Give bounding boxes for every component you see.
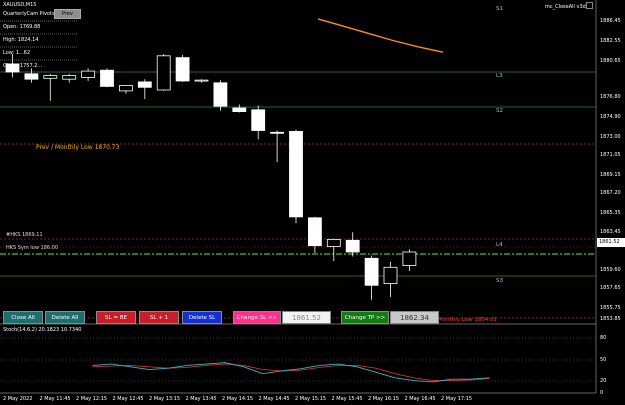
pivot-close: Close: 1757.2... (3, 63, 43, 69)
time-axis-label: 2 May 14:45 (258, 396, 290, 402)
price-axis-label: 1874.90 (600, 114, 621, 120)
stochastic-layer (92, 362, 490, 383)
candle-body (232, 107, 247, 112)
level-label-l4: L4 (496, 242, 503, 248)
pivot-high: High: 1824.14 (3, 37, 39, 43)
time-axis-label: 2 May 13:45 (185, 396, 217, 402)
price-axis-label: 1882.55 (600, 38, 621, 44)
sl-value-input[interactable]: 1861.52 (282, 311, 331, 324)
price-axis-label: 1863.45 (600, 229, 621, 235)
candle-body (119, 85, 133, 92)
price-axis-label: 1880.65 (600, 58, 621, 64)
pivot-low: Low: 1...62 (3, 50, 31, 56)
time-axis-label: 2 May 12:45 (112, 396, 144, 402)
time-axis-label: 2 May 13:15 (149, 396, 181, 402)
candle-body (364, 257, 379, 286)
time-axis-label: 2 May 15:15 (295, 396, 327, 402)
current-price-label: 1861.52 (599, 239, 620, 245)
sl-plus-one-button[interactable]: SL + 1 (139, 311, 179, 324)
sl-be-button[interactable]: SL = BE (96, 311, 136, 324)
delete-sl-button[interactable]: Delete SL (182, 311, 222, 324)
indicator-toggle-icon[interactable] (586, 2, 593, 9)
level-label-s3: S3 (496, 278, 503, 284)
price-axis-label: 1853.85 (600, 316, 621, 322)
stoch-axis-label: 80 (600, 335, 607, 341)
stoch-axis-label: 50 (600, 357, 607, 363)
price-axis-label: 1855.75 (600, 305, 621, 311)
prev-monthly-low-label: Prev / Monthly Low 1870.73 (36, 144, 120, 151)
time-axis-label: 2 May 2022 (3, 396, 33, 402)
candle-body (326, 238, 341, 247)
level-label-s1: S1 (496, 6, 503, 12)
time-axis-label: 2 May 11:45 (39, 396, 71, 402)
candle-body (100, 69, 114, 87)
level-label-l3: L3 (496, 73, 503, 79)
stoch-title: Stoch(14,6,2) 20.1823 10.7340 (3, 327, 82, 333)
price-axis-label: 1886.45 (600, 18, 621, 24)
moving-average-line (317, 18, 444, 53)
candle-body (402, 251, 417, 266)
candle-body (156, 55, 171, 91)
price-axis-label: 1867.20 (600, 190, 621, 196)
time-axis-label: 2 May 12:15 (76, 396, 108, 402)
pivot-open: Open: 1769.88 (3, 24, 41, 30)
pivot-period-time: 12:23 (60, 19, 75, 25)
candle-body (251, 109, 266, 131)
candle-body (43, 75, 58, 79)
left-level-tag-2: HKS Sym low 186.00 (6, 245, 59, 251)
change-sl-button[interactable]: Change SL >> (233, 311, 281, 324)
symbol-label: XAUUSD,M15 (3, 2, 37, 8)
delete-all-button[interactable]: Delete All (45, 311, 85, 324)
chart-canvas[interactable] (0, 0, 625, 405)
time-axis-label: 2 May 16:15 (368, 396, 400, 402)
price-axis-label: 1857.65 (600, 285, 621, 291)
price-axis-label: 1859.60 (600, 267, 621, 273)
close-all-button[interactable]: Close All (3, 311, 43, 324)
candle-body (194, 79, 209, 82)
candle-body (383, 266, 398, 284)
tp-value-input[interactable]: 1862.34 (390, 311, 439, 324)
candle-body (137, 81, 152, 88)
time-axis-label: 2 May 16:45 (404, 396, 436, 402)
time-axis-label: 2 May 15:45 (331, 396, 363, 402)
monthly-low-label: Monthly Low 1854.01 (438, 317, 498, 323)
stoch-axis-label: 20 (600, 378, 607, 384)
time-axis-label: 2 May 14:15 (222, 396, 254, 402)
change-tp-button[interactable]: Change TP >> (341, 311, 389, 324)
left-level-tag-1: #HKS 1869.11 (6, 232, 43, 238)
price-axis-label: 1869.15 (600, 172, 621, 178)
pivot-box-title: QuarterlyCam Pivots ... (3, 11, 61, 17)
candle-body (307, 217, 322, 247)
candle-body (270, 131, 285, 134)
candle-body (175, 57, 190, 82)
stoch-main-line (92, 362, 490, 383)
level-label-s2: S2 (496, 108, 503, 114)
indicator-tag: mc_CloseAll v3d (545, 4, 586, 10)
pivot-period-badge: Prev (62, 11, 73, 17)
time-axis-label: 2 May 17:15 (441, 396, 473, 402)
price-axis-label: 1873.00 (600, 134, 621, 140)
candle-body (81, 70, 95, 78)
candle-body (24, 73, 39, 80)
candle-body (213, 82, 228, 107)
candle-body (289, 130, 303, 218)
candle-body (345, 239, 360, 253)
price-axis-label: 1876.80 (600, 94, 621, 100)
pivot-period-button[interactable]: Prev 12:23 (54, 9, 81, 25)
candles-layer (5, 54, 417, 300)
price-axis-label: 1865.35 (600, 210, 621, 216)
candle-body (62, 75, 77, 80)
stoch-signal-line (92, 363, 490, 382)
price-axis-label: 1871.05 (600, 152, 621, 158)
stoch-axis-label: 0 (600, 390, 604, 396)
